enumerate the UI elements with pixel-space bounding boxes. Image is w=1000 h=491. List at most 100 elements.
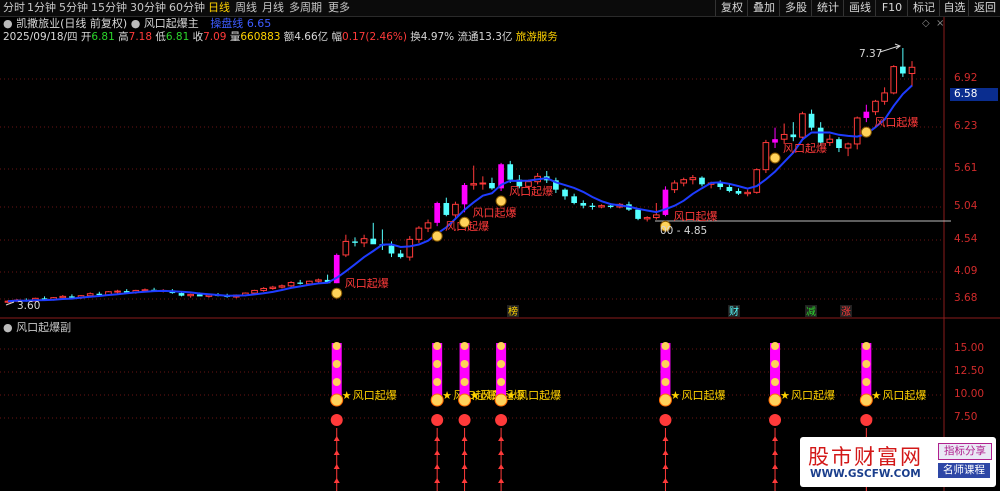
alarm-icon [659,414,672,426]
y-tick-label: 6.92 [954,72,978,84]
candle-body [753,169,761,193]
coin-icon [460,342,469,350]
money-bag-icon [769,152,781,164]
candle-body [306,280,313,285]
signal-bar [861,343,872,398]
signal-bar [331,343,342,398]
up-arrow-icon [498,450,505,455]
candle-body [908,66,916,74]
up-arrow-icon [461,450,468,455]
watermark-badge-course[interactable]: 名师课程 [938,463,990,478]
y-tick-label: 4.09 [954,265,978,277]
money-bag-icon [495,195,507,207]
watermark-url: WWW.GSCFW.COM [810,468,921,480]
candle-body [826,138,834,144]
ma-line [7,84,913,303]
candle-body [470,183,478,186]
coin-icon [771,342,780,350]
current-price-tag: 6.58 [950,88,998,101]
coin-icon [771,360,780,368]
candle-body [278,285,286,288]
up-arrow-icon [662,464,669,469]
signal-label-sub: 风口起爆 [882,388,926,402]
up-arrow-icon [434,450,441,455]
candle-body [178,293,185,296]
event-badge-3: 涨 [841,306,851,318]
candle-body [652,214,660,219]
candle-body [689,177,697,181]
candle-body [489,183,495,189]
watermark-title: 股市财富网 [808,445,923,469]
candle-body [342,240,350,256]
up-arrow-icon [772,450,779,455]
coin-icon [460,378,469,386]
coin-icon [862,360,871,368]
candle-body [406,238,414,258]
candle-body [863,111,870,118]
candle-body [452,203,459,216]
coin-icon [433,342,442,350]
candle-body [269,286,277,289]
coin-icon [661,378,670,386]
candle-body [699,177,705,185]
signal-bar [496,343,507,398]
y-tick-label: 6.23 [954,120,978,132]
up-arrow-icon [498,478,505,483]
candle-body [287,282,295,287]
candle-body [59,295,67,299]
money-bag-icon [860,126,872,138]
candle-body [643,217,651,220]
candle-body [415,227,423,240]
up-arrow-icon [772,436,779,441]
candle-body [196,294,203,297]
candle-body [726,187,733,191]
candle-body [297,282,304,284]
candle-body [479,182,487,185]
coin-icon [661,342,670,350]
candle-body [461,185,468,205]
close-icon[interactable]: × [936,18,944,29]
candle-body [799,113,806,138]
coin-icon [460,360,469,368]
up-arrow-icon [434,478,441,483]
high-price-marker: 7.37 [859,43,902,60]
candlestick-chart[interactable]: 风口起爆风口起爆风口起爆风口起爆风口起爆风口起爆风口起爆 ★风口起爆★风口起爆★… [0,0,1000,491]
candle-body [744,191,751,195]
candle-body [562,189,568,197]
signal-label-sub: 风口起爆 [791,388,835,402]
signal-bar [459,343,470,398]
signal-label-main: 风口起爆 [673,209,717,223]
candle-body [388,245,395,254]
up-arrow-icon [461,464,468,469]
candle-body [598,205,605,208]
watermark-badge-share[interactable]: 指标分享 [938,443,992,460]
candles-layer [4,48,916,304]
alarm-icon [458,414,471,426]
candle-body [853,117,861,145]
coin-icon [332,360,341,368]
up-arrow-icon [434,464,441,469]
star-icon: ★ [780,389,790,402]
signal-label-sub: 风口起爆 [681,388,725,402]
candle-body [808,113,815,128]
sub-y-tick-label: 10.00 [954,388,985,400]
signal-label-sub: 风口起爆 [517,388,561,402]
candle-body [607,205,614,207]
candle-body [370,238,377,245]
candle-body [635,209,641,219]
money-bag-icon [459,216,471,228]
coin-icon [433,360,442,368]
candle-body [434,203,441,223]
star-icon: ★ [506,389,516,402]
star-icon: ★ [871,389,881,402]
diamond-icon[interactable]: ◇ [922,18,930,29]
signal-bar [770,343,781,398]
star-icon: ★ [670,389,680,402]
signal-label-main: 风口起爆 [509,184,553,198]
candle-body [86,293,94,297]
event-badge-1: 财 [729,305,739,318]
up-arrow-icon [498,436,505,441]
coin-icon [497,378,506,386]
candle-body [790,134,797,138]
y-tick-label: 5.04 [954,200,978,212]
